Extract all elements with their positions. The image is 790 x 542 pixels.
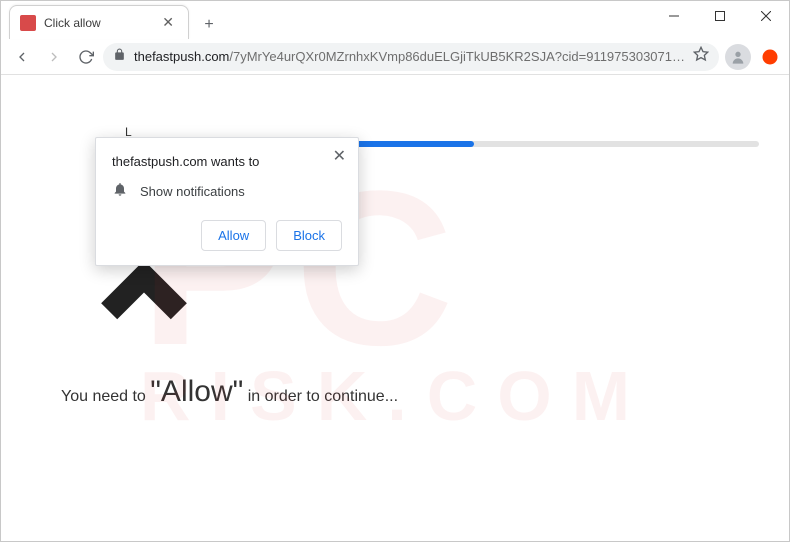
person-icon	[730, 49, 746, 65]
titlebar: Click allow ✕ +	[1, 1, 789, 39]
shield-icon	[761, 48, 779, 66]
browser-tab[interactable]: Click allow ✕	[9, 5, 189, 39]
instruction-text: You need to "Allow" in order to continue…	[61, 375, 398, 409]
tab-close-icon[interactable]: ✕	[158, 14, 178, 31]
instruction-emphasis: "Allow"	[150, 375, 243, 408]
close-icon	[761, 11, 771, 21]
close-window-button[interactable]	[743, 1, 789, 31]
new-tab-button[interactable]: +	[195, 11, 223, 39]
url-path: /7yMrYe4urQXr0MZrnhxKVmp86duELGjiTkUB5KR…	[229, 49, 685, 64]
block-button[interactable]: Block	[276, 220, 342, 251]
permission-option-label: Show notifications	[140, 184, 245, 199]
maximize-icon	[715, 11, 725, 21]
back-button[interactable]	[7, 42, 37, 72]
minimize-button[interactable]	[651, 1, 697, 31]
notification-permission-dialog: ✕ thefastpush.com wants to Show notifica…	[95, 137, 359, 266]
lock-icon	[113, 48, 126, 66]
dialog-title: thefastpush.com wants to	[112, 154, 342, 169]
profile-avatar[interactable]	[725, 44, 751, 70]
url-text: thefastpush.com/7yMrYe4urQXr0MZrnhxKVmp8…	[134, 49, 685, 64]
window-controls	[651, 1, 789, 31]
bookmark-star-icon[interactable]	[693, 46, 709, 67]
tab-favicon	[20, 15, 36, 31]
tab-title: Click allow	[44, 16, 158, 30]
reload-button[interactable]	[71, 42, 101, 72]
allow-button[interactable]: Allow	[201, 220, 266, 251]
page-content: PC RISK.COM L You need to "Allow" in ord…	[1, 75, 789, 541]
reload-icon	[78, 49, 94, 65]
url-host: thefastpush.com	[134, 49, 229, 64]
extension-icon[interactable]	[757, 44, 783, 70]
address-bar: thefastpush.com/7yMrYe4urQXr0MZrnhxKVmp8…	[1, 39, 789, 75]
bell-icon	[112, 181, 128, 202]
instruction-pre: You need to	[61, 388, 150, 405]
arrow-right-icon	[46, 49, 62, 65]
dialog-close-button[interactable]: ✕	[329, 144, 350, 168]
instruction-post: in order to continue...	[243, 388, 398, 405]
minimize-icon	[669, 11, 679, 21]
omnibox[interactable]: thefastpush.com/7yMrYe4urQXr0MZrnhxKVmp8…	[103, 43, 719, 71]
maximize-button[interactable]	[697, 1, 743, 31]
arrow-left-icon	[14, 49, 30, 65]
forward-button[interactable]	[39, 42, 69, 72]
plus-icon: +	[204, 16, 213, 34]
